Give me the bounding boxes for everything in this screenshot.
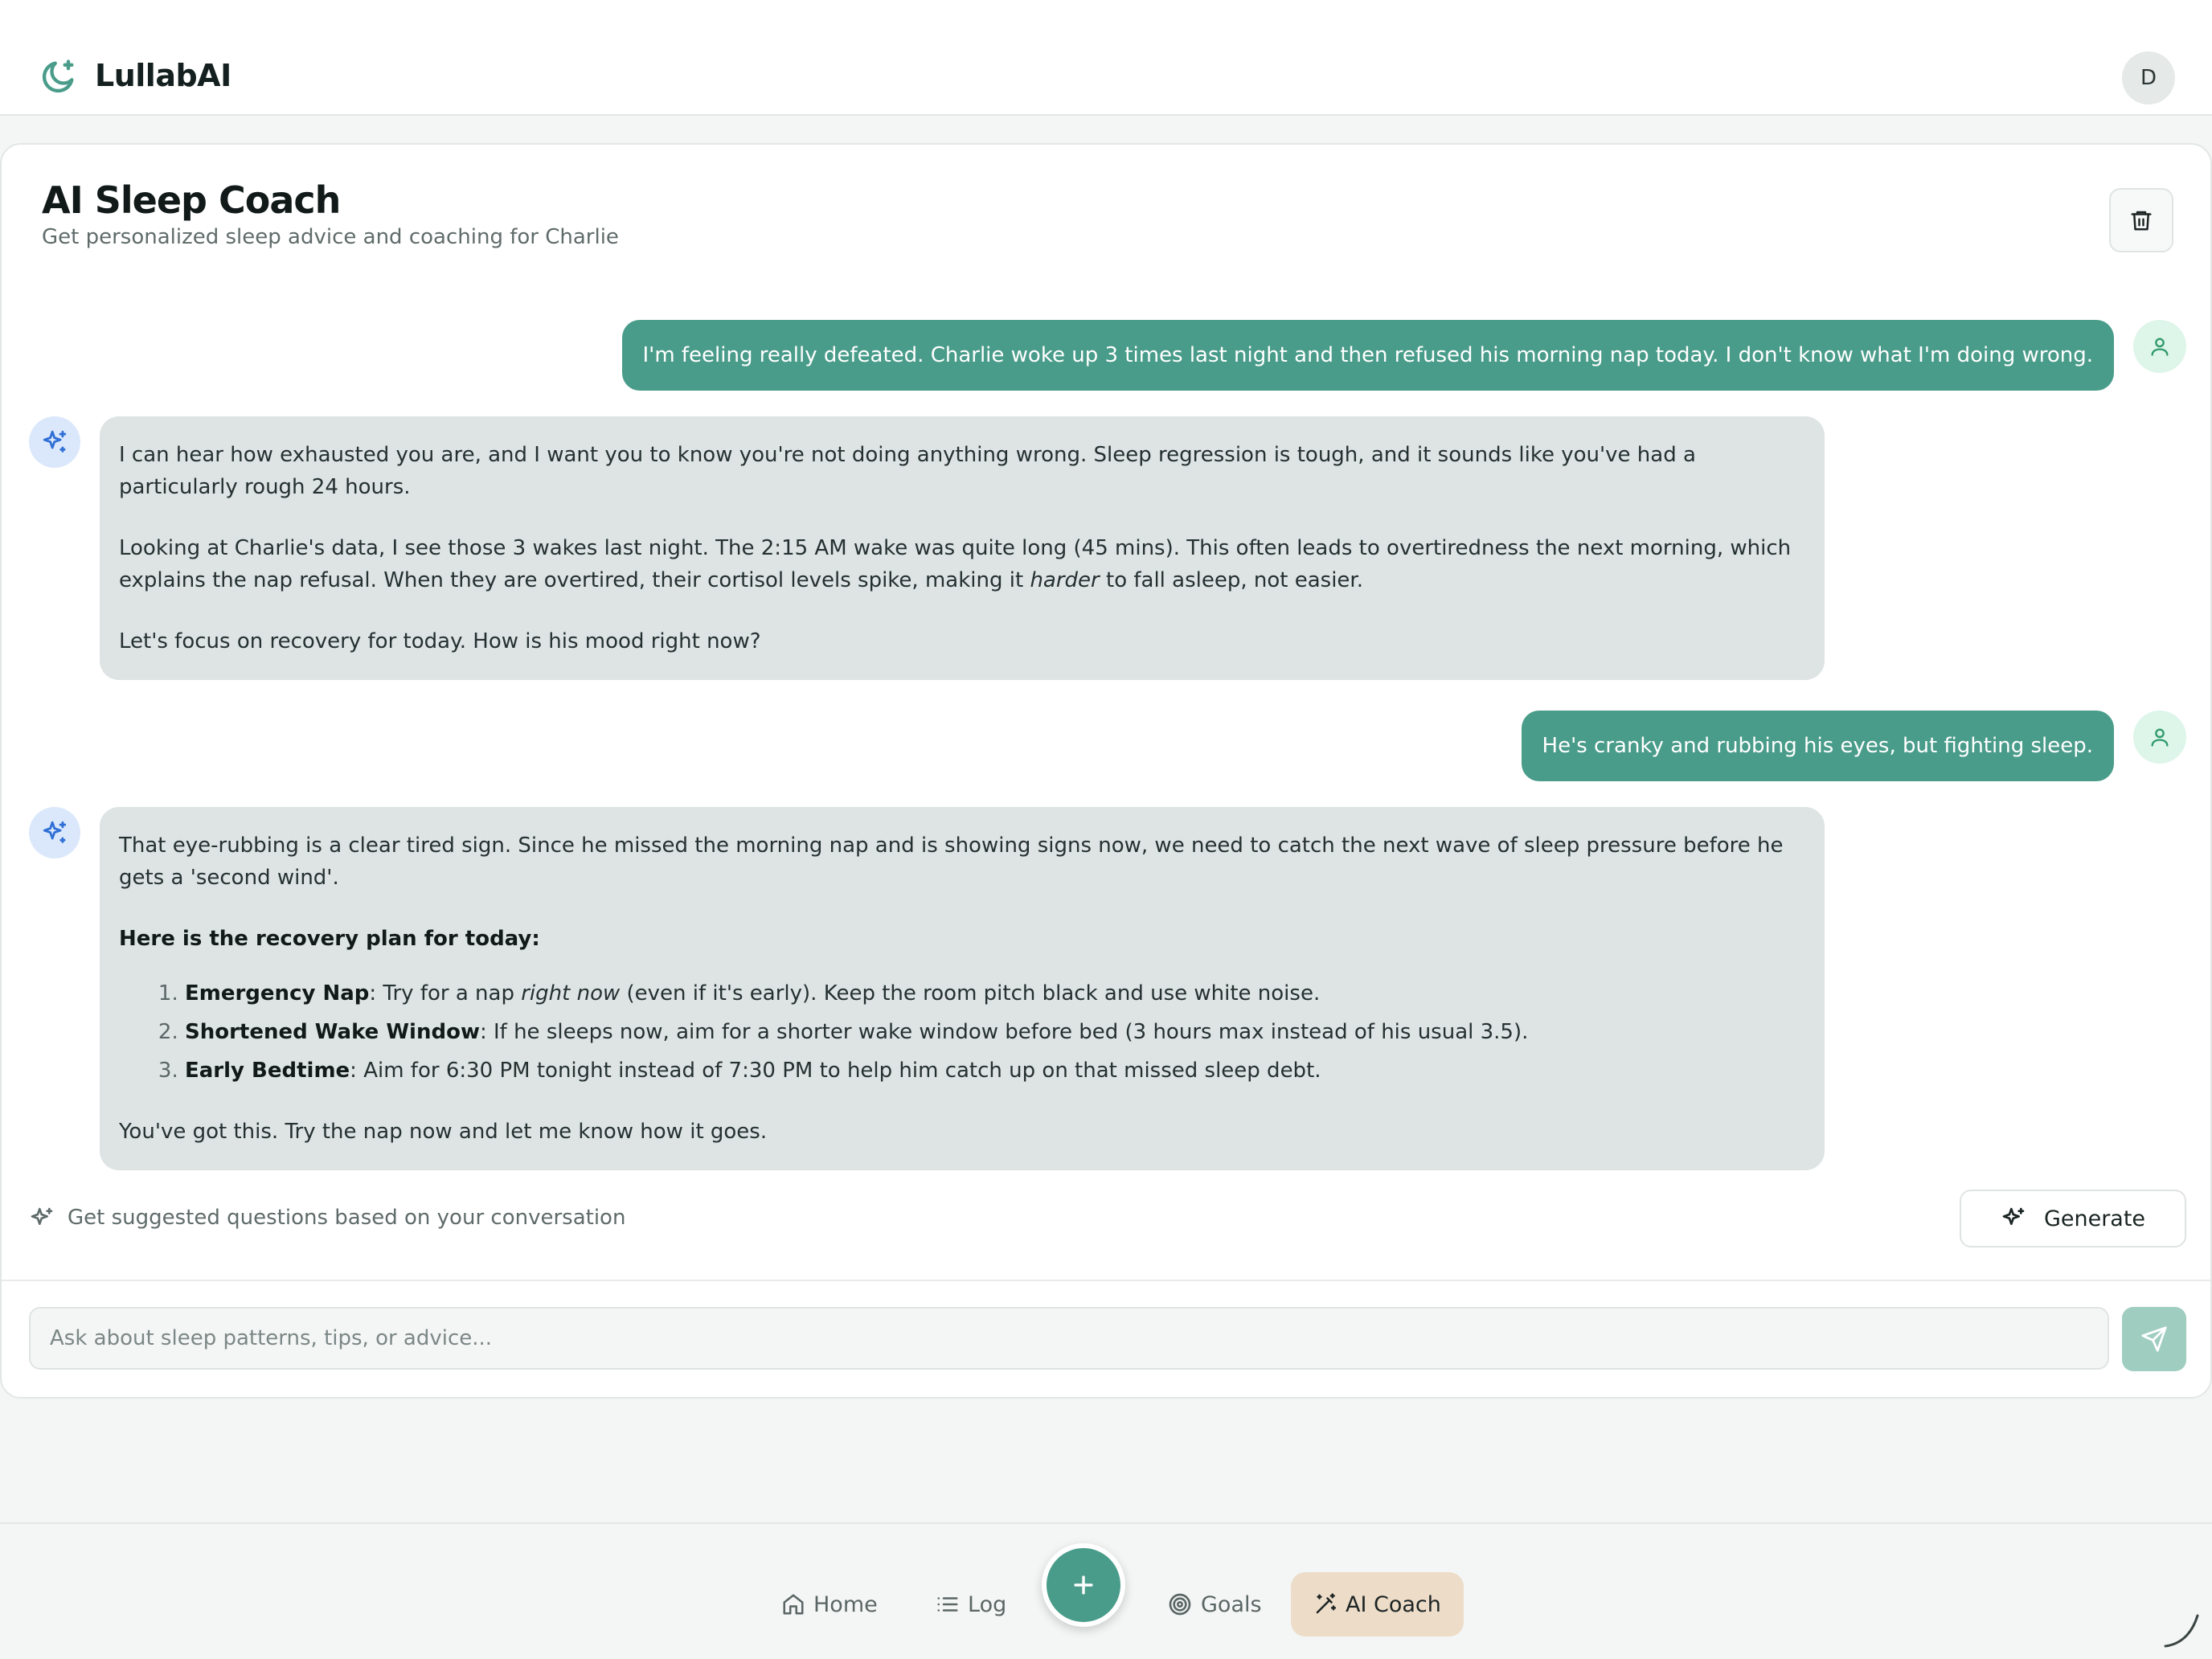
page-subtitle: Get personalized sleep advice and coachi… <box>42 225 619 249</box>
nav-item-goals[interactable]: Goals <box>1145 1572 1284 1636</box>
list-item: Early Bedtime: Aim for 6:30 PM tonight i… <box>185 1055 1805 1087</box>
assistant-paragraph: Let's focus on recovery for today. How i… <box>119 629 761 653</box>
bottom-nav: Home Log Goals AI Coach <box>0 1522 2212 1659</box>
magic-wand-icon <box>1316 1593 1337 1614</box>
generate-button[interactable]: Generate <box>1960 1190 2186 1247</box>
nav-item-log[interactable]: Log <box>913 1572 1029 1636</box>
user-icon <box>2151 728 2169 747</box>
top-bar: LullabAI D <box>0 0 2212 116</box>
nav-item-label: Goals <box>1201 1591 1262 1617</box>
assistant-avatar <box>29 807 80 858</box>
list-item: Emergency Nap: Try for a nap right now (… <box>185 977 1805 1010</box>
sparkles-icon <box>2002 1207 2025 1225</box>
sparkles-icon <box>43 821 67 843</box>
assistant-paragraph: You've got this. Try the nap now and let… <box>119 1120 768 1144</box>
app-brand[interactable]: LullabAI <box>95 58 231 93</box>
page-title: AI Sleep Coach <box>42 178 341 222</box>
chat-card: AI Sleep Coach Get personalized sleep ad… <box>0 143 2212 1399</box>
recovery-plan-list: Emergency Nap: Try for a nap right now (… <box>185 977 1805 1087</box>
send-icon <box>2141 1326 2167 1352</box>
user-message: He's cranky and rubbing his eyes, but fi… <box>1521 711 2114 781</box>
moon-sparkle-icon <box>42 59 74 93</box>
assistant-message: I can hear how exhausted you are, and I … <box>100 416 1825 680</box>
assistant-message: That eye-rubbing is a clear tired sign. … <box>100 807 1825 1170</box>
user-message-text: I'm feeling really defeated. Charlie wok… <box>642 343 2094 367</box>
loading-spinner-icon <box>2164 1614 2199 1648</box>
sparkles-icon <box>31 1207 53 1225</box>
chat-input[interactable] <box>29 1307 2109 1370</box>
assistant-paragraph: Looking at Charlie's data, I see those 3… <box>119 536 1792 592</box>
suggestions-row: Get suggested questions based on your co… <box>29 1190 2186 1247</box>
add-entry-button[interactable] <box>1042 1543 1125 1627</box>
nav-item-label: Log <box>968 1591 1007 1617</box>
list-item: Shortened Wake Window: If he sleeps now,… <box>185 1016 1805 1048</box>
generate-button-label: Generate <box>2043 1206 2146 1231</box>
assistant-avatar <box>29 416 80 468</box>
user-message-text: He's cranky and rubbing his eyes, but fi… <box>1542 734 2093 758</box>
user-message: I'm feeling really defeated. Charlie wok… <box>621 320 2114 391</box>
user-avatar-small <box>2133 320 2186 373</box>
send-button[interactable] <box>2122 1307 2186 1371</box>
plan-heading: Here is the recovery plan for today: <box>119 927 540 951</box>
nav-item-home[interactable]: Home <box>759 1572 900 1636</box>
target-icon <box>1169 1593 1191 1616</box>
nav-item-label: AI Coach <box>1346 1591 1441 1617</box>
home-icon <box>783 1594 804 1615</box>
user-avatar[interactable]: D <box>2122 51 2175 104</box>
sparkles-icon <box>43 430 67 453</box>
divider <box>2 1280 2210 1281</box>
user-avatar-small <box>2133 711 2186 764</box>
trash-icon <box>2131 211 2152 231</box>
nav-item-ai-coach[interactable]: AI Coach <box>1291 1572 1464 1636</box>
clear-chat-button[interactable] <box>2109 188 2173 252</box>
assistant-paragraph: That eye-rubbing is a clear tired sign. … <box>119 834 1784 890</box>
list-icon <box>937 1597 958 1612</box>
plus-icon <box>1074 1575 1093 1595</box>
nav-item-label: Home <box>813 1591 878 1617</box>
user-icon <box>2151 338 2169 356</box>
assistant-paragraph: I can hear how exhausted you are, and I … <box>119 443 1696 499</box>
suggestions-prompt: Get suggested questions based on your co… <box>68 1206 626 1230</box>
